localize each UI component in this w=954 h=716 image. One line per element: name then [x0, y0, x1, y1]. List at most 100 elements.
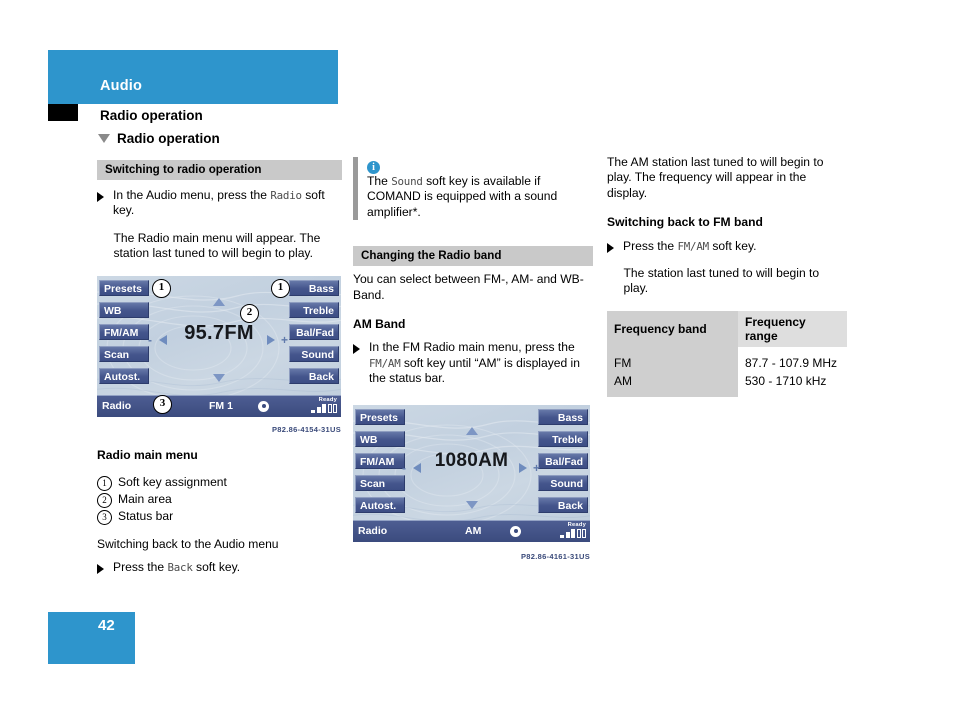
frequency-table: Frequency band Frequency range FM 87.7 -… [607, 310, 847, 397]
status-band-label: AM [465, 524, 482, 537]
status-ready-label: Ready [318, 396, 337, 403]
paragraph-radio-main-menu: The Radio main menu will appear. The sta… [113, 230, 321, 261]
softkey-name-back: Back [167, 561, 193, 575]
softkey-back[interactable]: Back [289, 367, 339, 384]
legend-number: 3 [97, 510, 112, 526]
bullet-triangle-icon [97, 192, 104, 202]
bullet-triangle-icon [353, 344, 360, 355]
status-disc-icon [510, 525, 521, 537]
figure-code: P82.86-4161-31US [520, 551, 590, 561]
arrow-up-icon[interactable] [213, 297, 225, 306]
column-header-frequency-band: Frequency band [607, 310, 738, 347]
softkey-treble[interactable]: Treble [538, 430, 588, 447]
softkey-sound[interactable]: Sound [289, 345, 339, 362]
softkey-treble[interactable]: Treble [289, 301, 339, 318]
softkey-name-fm-am: FM/AM [369, 356, 401, 370]
status-ready-label: Ready [567, 521, 586, 528]
status-bar: Radio AM Ready [353, 519, 590, 542]
status-band-label: FM 1 [209, 399, 233, 412]
bullet-text: Press the FM/AM soft key. [623, 239, 847, 254]
legend-number: 2 [97, 493, 112, 509]
comand-display-fm: Presets WB FM/AM Scan Autost. Bass Trebl… [97, 275, 341, 417]
table-header-row: Frequency band Frequency range [607, 310, 847, 347]
cell-band: FM [607, 353, 738, 372]
bullet-text: Press the Back soft key. [113, 560, 342, 575]
frequency-display: 95.7FM [184, 321, 254, 344]
page-title: Radio operation [100, 108, 203, 123]
chapter-header-bar [48, 50, 338, 104]
softkey-back[interactable]: Back [538, 496, 588, 513]
comand-display-am: Presets WB FM/AM Scan Autost. Bass Trebl… [353, 404, 590, 542]
chapter-black-tab [48, 104, 78, 121]
frequency-display: 1080AM [434, 449, 509, 471]
status-disc-icon [258, 400, 269, 412]
status-bar: Radio FM 1 Ready [97, 394, 341, 417]
heading-changing-radio-band: Changing the Radio band [353, 246, 593, 267]
table-spacer-row [607, 389, 847, 397]
list-item: In the Audio menu, press the Radio soft … [97, 188, 342, 219]
list-item: In the FM Radio main menu, press the FM/… [353, 340, 593, 386]
arrow-down-icon[interactable] [466, 500, 478, 509]
table-spacer-row [607, 346, 847, 354]
table-row: FM 87.7 - 107.9 MHz [607, 353, 847, 372]
bullet-text-pre: Press the [113, 560, 168, 575]
cell-range: 530 - 1710 kHz [738, 371, 847, 390]
left-column: Switching to radio operation In the Audi… [97, 160, 342, 576]
softkey-sound[interactable]: Sound [538, 474, 588, 491]
softkey-bass[interactable]: Bass [289, 279, 339, 296]
status-source-label: Radio [102, 399, 132, 412]
softkey-name-fm-am: FM/AM [677, 239, 709, 253]
softkey-autost[interactable]: Autost. [355, 496, 405, 513]
softkey-wb[interactable]: WB [99, 301, 149, 318]
figure-radio-main-menu: Presets WB FM/AM Scan Autost. Bass Trebl… [97, 275, 342, 437]
right-column: The AM station last tuned to will begin … [607, 155, 847, 397]
cell-band: AM [607, 371, 738, 390]
legend-label: Soft key assignment [118, 475, 227, 490]
status-source-label: Radio [358, 524, 388, 537]
note-box: i The Sound soft key is available if COM… [353, 157, 593, 221]
figure-legend: 1 Soft key assignment 2 Main area 3 Stat… [97, 474, 342, 526]
softkey-presets[interactable]: Presets [355, 408, 405, 425]
note-text: The Sound soft key is available if COMAN… [367, 174, 593, 220]
list-item: 3 Status bar [97, 508, 342, 526]
bullet-text: In the FM Radio main menu, press the FM/… [369, 340, 593, 386]
table-row: AM 530 - 1710 kHz [607, 371, 847, 390]
softkey-wb[interactable]: WB [355, 430, 405, 447]
paragraph-select-band: You can select between FM-, AM- and WB-B… [353, 272, 584, 302]
callout-2: 2 [240, 303, 259, 323]
arrow-up-icon[interactable] [466, 426, 478, 435]
legend-label: Main area [118, 492, 172, 507]
figure-caption: Radio main menu [97, 447, 198, 462]
page-number-bar [48, 612, 135, 664]
list-item: 2 Main area [97, 491, 342, 509]
bullet-text-pre: In the FM Radio main menu, press the [369, 340, 575, 355]
arrow-down-icon[interactable] [213, 373, 225, 382]
softkey-scan[interactable]: Scan [99, 345, 149, 362]
paragraph-switch-back-audio: Switching back to the Audio menu [97, 537, 279, 552]
paragraph-station-last-tuned: The station last tuned to will begin to … [623, 266, 820, 296]
softkey-scan[interactable]: Scan [355, 474, 405, 491]
list-item: 1 Soft key assignment [97, 474, 342, 492]
chevron-down-icon [98, 134, 110, 143]
figure-am-radio-menu: Presets WB FM/AM Scan Autost. Bass Trebl… [353, 404, 593, 564]
signal-strength-icon [311, 403, 337, 413]
legend-label: Status bar [118, 509, 174, 524]
bullet-triangle-icon [607, 242, 614, 253]
softkey-autost[interactable]: Autost. [99, 367, 149, 384]
note-icon-row: i [367, 157, 593, 174]
list-item: Press the FM/AM soft key. [607, 239, 847, 254]
middle-column: i The Sound soft key is available if COM… [353, 157, 593, 564]
heading-switching-to-radio: Switching to radio operation [97, 160, 342, 180]
subsection-title: Radio operation [117, 131, 220, 146]
bullet-text-post: soft key until “AM” is displayed in the … [369, 355, 580, 386]
paragraph-am-station: The AM station last tuned to will begin … [607, 155, 824, 200]
heading-switching-back-fm: Switching back to FM band [607, 215, 763, 230]
list-item: Press the Back soft key. [97, 560, 342, 575]
heading-am-band: AM Band [353, 317, 406, 332]
softkey-bass[interactable]: Bass [538, 408, 588, 425]
bullet-text-pre: Press the [623, 238, 678, 253]
signal-strength-icon [560, 528, 586, 538]
softkey-presets[interactable]: Presets [99, 279, 149, 296]
note-text-pre: The [367, 174, 392, 188]
callout-1-right: 1 [271, 278, 290, 298]
